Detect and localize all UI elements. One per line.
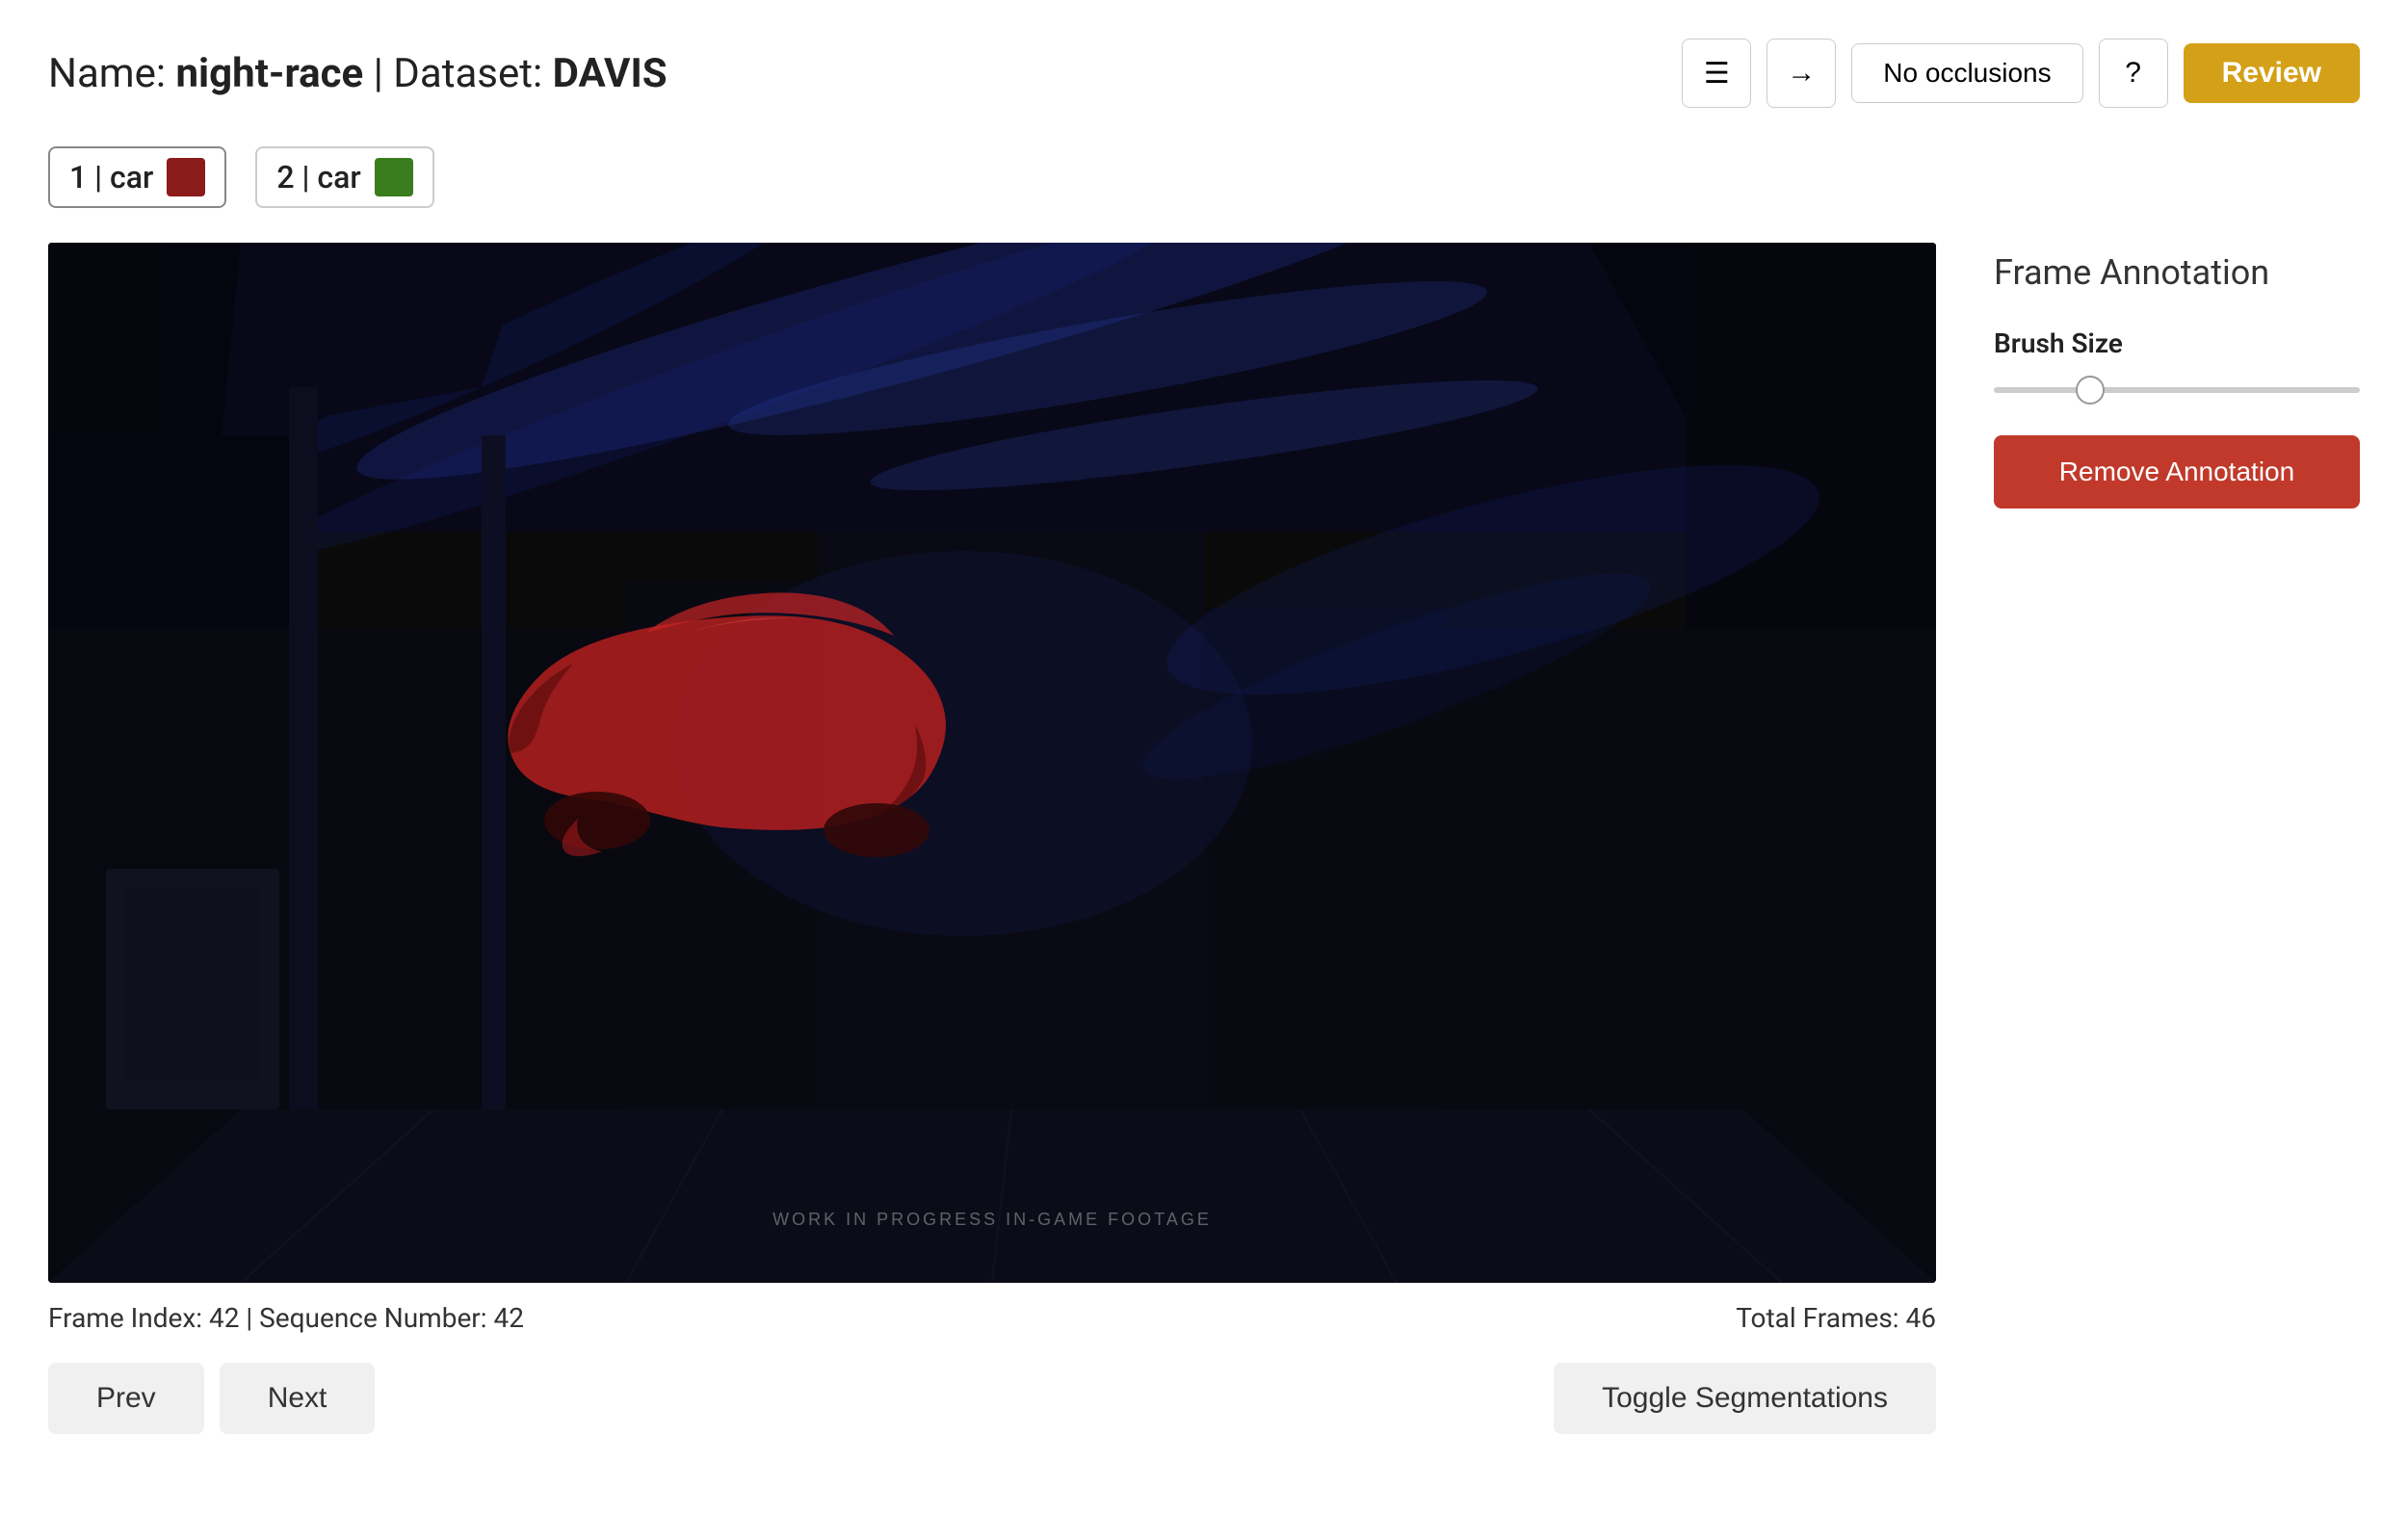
video-frame[interactable]: WORK IN PROGRESS IN-GAME FOOTAGE bbox=[48, 243, 1936, 1283]
list-button[interactable]: ☰ bbox=[1682, 39, 1751, 108]
total-frames-label: Total Frames: 46 bbox=[1736, 1302, 1936, 1334]
panel-title: Frame Annotation bbox=[1994, 252, 2360, 293]
occlusion-label: No occlusions bbox=[1883, 58, 2051, 89]
header-title: Name: night-race | Dataset: DAVIS bbox=[48, 50, 667, 97]
prev-button[interactable]: Prev bbox=[48, 1363, 204, 1434]
prev-label: Prev bbox=[96, 1382, 156, 1414]
object-2-color-swatch bbox=[375, 158, 413, 196]
list-icon: ☰ bbox=[1704, 57, 1730, 91]
main-content: WORK IN PROGRESS IN-GAME FOOTAGE Frame I… bbox=[48, 243, 2360, 1434]
next-label: Next bbox=[268, 1382, 327, 1414]
object-label-2[interactable]: 2 | car bbox=[255, 146, 433, 208]
arrow-icon: → bbox=[1787, 57, 1816, 90]
object-1-id-type: 1 | car bbox=[69, 159, 153, 196]
object-2-id-type: 2 | car bbox=[276, 159, 360, 196]
header: Name: night-race | Dataset: DAVIS ☰ → No… bbox=[48, 39, 2360, 108]
toggle-label: Toggle Segmentations bbox=[1602, 1382, 1888, 1414]
object-labels: 1 | car 2 | car bbox=[48, 146, 2360, 208]
frame-info: Frame Index: 42 | Sequence Number: 42 To… bbox=[48, 1302, 1936, 1334]
annotation-canvas[interactable]: WORK IN PROGRESS IN-GAME FOOTAGE bbox=[48, 243, 1936, 1283]
header-controls: ☰ → No occlusions ? Review bbox=[1682, 39, 2360, 108]
object-1-color-swatch bbox=[167, 158, 205, 196]
nav-left: Prev Next bbox=[48, 1363, 375, 1434]
watermark-text: WORK IN PROGRESS IN-GAME FOOTAGE bbox=[772, 1210, 1212, 1229]
occlusion-button[interactable]: No occlusions bbox=[1851, 43, 2082, 103]
remove-label: Remove Annotation bbox=[2059, 456, 2294, 486]
brush-size-label: Brush Size bbox=[1994, 327, 2360, 359]
remove-annotation-button[interactable]: Remove Annotation bbox=[1994, 435, 2360, 509]
arrow-button[interactable]: → bbox=[1767, 39, 1836, 108]
right-panel: Frame Annotation Brush Size Remove Annot… bbox=[1994, 243, 2360, 509]
object-label-1[interactable]: 1 | car bbox=[48, 146, 226, 208]
help-icon: ? bbox=[2125, 57, 2141, 90]
canvas-area: WORK IN PROGRESS IN-GAME FOOTAGE Frame I… bbox=[48, 243, 1936, 1434]
nav-row: Prev Next Toggle Segmentations bbox=[48, 1363, 1936, 1434]
help-button[interactable]: ? bbox=[2099, 39, 2168, 108]
review-label: Review bbox=[2222, 57, 2321, 89]
brush-size-slider[interactable] bbox=[1994, 387, 2360, 393]
toggle-segmentations-button[interactable]: Toggle Segmentations bbox=[1554, 1363, 1936, 1434]
frame-index-label: Frame Index: 42 | Sequence Number: 42 bbox=[48, 1302, 524, 1334]
review-button[interactable]: Review bbox=[2184, 43, 2360, 103]
next-button[interactable]: Next bbox=[220, 1363, 376, 1434]
brush-slider-container bbox=[1994, 378, 2360, 397]
